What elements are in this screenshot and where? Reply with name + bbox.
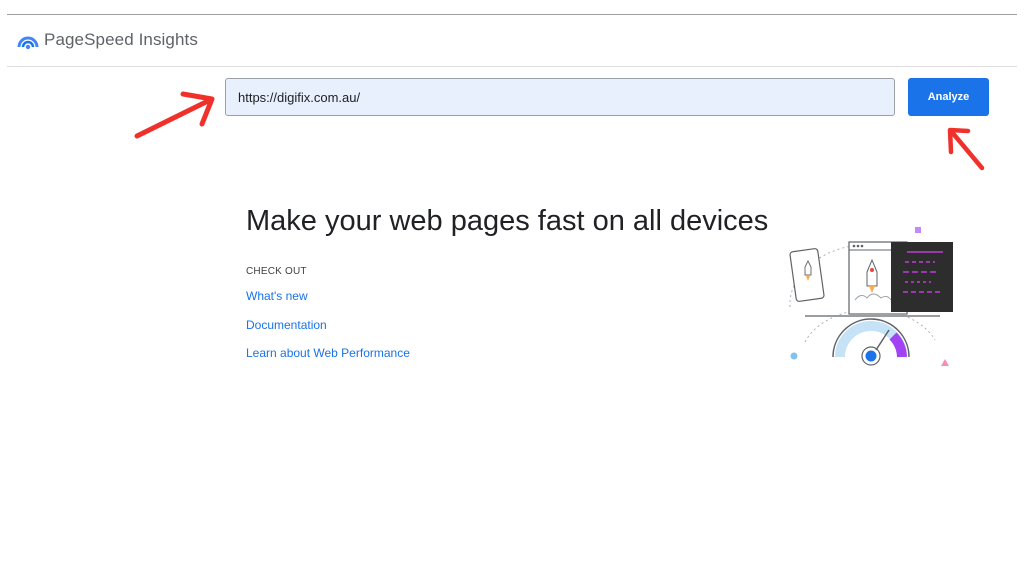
devices-speed-illustration xyxy=(789,227,953,366)
url-input[interactable] xyxy=(225,78,895,116)
whats-new-link[interactable]: What's new xyxy=(246,289,308,303)
check-out-label: CHECK OUT xyxy=(246,266,307,277)
documentation-link[interactable]: Documentation xyxy=(246,318,327,332)
page: PageSpeed Insights Analyze Make your web… xyxy=(0,0,1024,576)
learn-web-performance-link[interactable]: Learn about Web Performance xyxy=(246,346,410,360)
red-arrow-icon xyxy=(134,91,215,139)
red-arrow-icon xyxy=(947,127,985,171)
analyze-button[interactable]: Analyze xyxy=(908,78,989,116)
header-bar: PageSpeed Insights xyxy=(7,15,1017,67)
pagespeed-gauge-icon[interactable] xyxy=(17,31,39,51)
hero-heading: Make your web pages fast on all devices xyxy=(246,205,769,237)
app-title[interactable]: PageSpeed Insights xyxy=(44,30,198,50)
